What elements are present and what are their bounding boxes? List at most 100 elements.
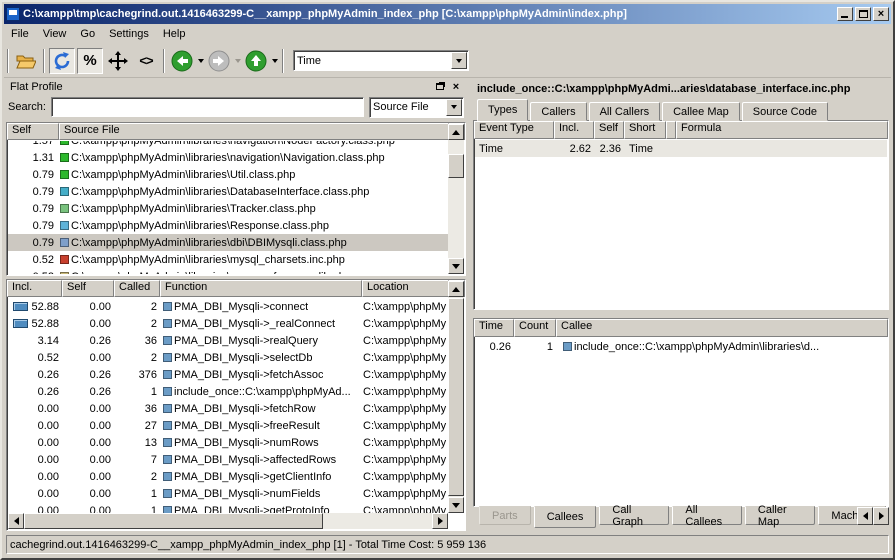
menu-item-go[interactable]: Go xyxy=(73,26,102,42)
scroll-down-button[interactable] xyxy=(448,497,464,513)
file-row[interactable]: 1.57C:\xampp\phpMyAdmin\libraries\naviga… xyxy=(8,141,448,149)
chevron-down-icon xyxy=(451,105,457,109)
function-name: include_once::C:\xampp\phpMyAd... xyxy=(174,386,351,398)
scroll-down-button[interactable] xyxy=(448,258,464,274)
column-header-self[interactable]: Self xyxy=(7,123,59,140)
up-dropdown-button[interactable] xyxy=(270,50,279,72)
file-row[interactable]: 0.79C:\xampp\phpMyAdmin\libraries\Tracke… xyxy=(8,200,448,217)
function-row[interactable]: 0.260.261include_once::C:\xampp\phpMyAd.… xyxy=(8,383,448,400)
combobox-dropdown-button[interactable] xyxy=(451,52,467,69)
function-row[interactable]: 52.880.002PMA_DBI_Mysqli->_realConnectC:… xyxy=(8,315,448,332)
open-file-button[interactable] xyxy=(13,48,39,74)
scrollbar-thumb[interactable] xyxy=(448,154,464,178)
function-row[interactable]: 0.260.26376PMA_DBI_Mysqli->fetchAssocC:\… xyxy=(8,366,448,383)
file-path: C:\xampp\phpMyAdmin\libraries\Tracker.cl… xyxy=(71,203,316,215)
back-button[interactable] xyxy=(169,48,195,74)
scrollbar-thumb[interactable] xyxy=(448,298,464,496)
scroll-left-button[interactable] xyxy=(8,513,24,529)
close-button[interactable]: × xyxy=(873,7,889,21)
tab-callee-map[interactable]: Callee Map xyxy=(662,102,740,121)
detail-splitter[interactable] xyxy=(473,310,889,318)
file-row[interactable]: 0.79C:\xampp\phpMyAdmin\libraries\Databa… xyxy=(8,183,448,200)
callee-row[interactable]: 0.261include_once::C:\xampp\phpMyAdmin\l… xyxy=(475,338,887,355)
function-row[interactable]: 0.000.0036PMA_DBI_Mysqli->fetchRowC:\xam… xyxy=(8,400,448,417)
called-value: 2 xyxy=(115,352,161,364)
menu-item-help[interactable]: Help xyxy=(156,26,193,42)
tab-caller-map[interactable]: Caller Map xyxy=(745,506,816,525)
column-header-incl[interactable]: Incl. xyxy=(7,280,62,297)
dock-close-button[interactable]: × xyxy=(450,81,462,93)
dock-title-bar[interactable]: Flat Profile × xyxy=(6,78,466,96)
scroll-up-button[interactable] xyxy=(448,124,464,140)
scroll-up-button[interactable] xyxy=(448,281,464,297)
tab-types[interactable]: Types xyxy=(477,99,528,121)
files-vertical-scrollbar[interactable] xyxy=(448,124,464,274)
function-row[interactable]: 0.000.0013PMA_DBI_Mysqli->numRowsC:\xamp… xyxy=(8,434,448,451)
file-color-square xyxy=(60,153,69,162)
maximize-button[interactable] xyxy=(855,7,871,21)
minimize-button[interactable] xyxy=(837,7,853,21)
file-path: C:\xampp\phpMyAdmin\libraries\navigation… xyxy=(71,141,395,147)
column-header-event-type[interactable]: Event Type xyxy=(474,121,554,139)
column-header-count[interactable]: Count xyxy=(514,319,556,337)
tabs-scroll-right-button[interactable] xyxy=(873,507,889,525)
column-header-function[interactable]: Function xyxy=(160,280,362,297)
file-row[interactable]: 1.31C:\xampp\phpMyAdmin\libraries\naviga… xyxy=(8,149,448,166)
column-header-incl[interactable]: Incl. xyxy=(554,121,594,139)
function-row[interactable]: 52.880.002PMA_DBI_Mysqli->connectC:\xamp… xyxy=(8,298,448,315)
menu-item-settings[interactable]: Settings xyxy=(102,26,156,42)
function-row[interactable]: 0.520.002PMA_DBI_Mysqli->selectDbC:\xamp… xyxy=(8,349,448,366)
menu-item-file[interactable]: File xyxy=(4,26,36,42)
scroll-right-button[interactable] xyxy=(432,513,448,529)
incl-value: 0.00 xyxy=(38,505,59,514)
dock-float-button[interactable] xyxy=(434,81,446,93)
event-type-row[interactable]: Time2.622.36Time xyxy=(475,140,887,157)
up-button[interactable] xyxy=(243,48,269,74)
column-header-location[interactable]: Location xyxy=(362,280,449,297)
incl-cell: 52.88 xyxy=(8,318,63,330)
tab-all-callers[interactable]: All Callers xyxy=(589,102,661,121)
column-header-self[interactable]: Self xyxy=(594,121,624,139)
column-header-callee[interactable]: Callee xyxy=(556,319,888,337)
dock-layout-button[interactable] xyxy=(105,48,131,74)
column-header-short[interactable]: Short xyxy=(624,121,666,139)
function-name: PMA_DBI_Mysqli->connect xyxy=(174,301,308,313)
column-header-source-file[interactable]: Source File xyxy=(59,123,449,140)
called-value: 13 xyxy=(115,437,161,449)
forward-button[interactable] xyxy=(206,48,232,74)
tab-callees[interactable]: Callees xyxy=(534,506,597,528)
expand-collapse-button[interactable]: <> xyxy=(133,48,159,74)
function-row[interactable]: 0.000.007PMA_DBI_Mysqli->affectedRowsC:\… xyxy=(8,451,448,468)
column-header-called[interactable]: Called xyxy=(114,280,160,297)
functions-horizontal-scrollbar[interactable] xyxy=(8,513,448,529)
group-by-combobox[interactable]: Source File xyxy=(369,97,464,118)
search-input[interactable] xyxy=(51,97,364,117)
tab-callers[interactable]: Callers xyxy=(530,102,586,121)
relative-percent-button[interactable]: % xyxy=(77,48,103,74)
column-header-formula[interactable]: Formula xyxy=(676,121,888,139)
menu-item-view[interactable]: View xyxy=(36,26,74,42)
file-row[interactable]: 0.79C:\xampp\phpMyAdmin\libraries\Util.c… xyxy=(8,166,448,183)
event-type-combobox[interactable]: Time xyxy=(293,50,469,71)
combobox-dropdown-button[interactable] xyxy=(446,99,462,116)
tab-all-callees[interactable]: All Callees xyxy=(672,506,742,525)
cycle-detection-button[interactable] xyxy=(49,48,75,74)
tabs-scroll-left-button[interactable] xyxy=(857,507,873,525)
functions-vertical-scrollbar[interactable] xyxy=(448,281,464,513)
forward-dropdown-button[interactable] xyxy=(233,50,242,72)
function-row[interactable]: 0.000.001PMA_DBI_Mysqli->numFieldsC:\xam… xyxy=(8,485,448,502)
file-row[interactable]: 0.52C:\xampp\phpMyAdmin\libraries\mysql_… xyxy=(8,251,448,268)
function-row[interactable]: 0.000.0027PMA_DBI_Mysqli->freeResultC:\x… xyxy=(8,417,448,434)
column-header-self[interactable]: Self xyxy=(62,280,114,297)
file-row[interactable]: 0.52C:\xampp\phpMyAdmin\libraries\user_p… xyxy=(8,268,448,274)
scrollbar-thumb[interactable] xyxy=(24,513,323,529)
file-row[interactable]: 0.79C:\xampp\phpMyAdmin\libraries\dbi\DB… xyxy=(8,234,448,251)
function-row[interactable]: 3.140.2636PMA_DBI_Mysqli->realQueryC:\xa… xyxy=(8,332,448,349)
tab-source-code[interactable]: Source Code xyxy=(742,102,828,121)
tab-call-graph[interactable]: Call Graph xyxy=(599,506,669,525)
function-row[interactable]: 0.000.001PMA_DBI_Mysqli->getProtoInfoC:\… xyxy=(8,502,448,513)
file-row[interactable]: 0.79C:\xampp\phpMyAdmin\libraries\Respon… xyxy=(8,217,448,234)
column-header-time[interactable]: Time xyxy=(474,319,514,337)
function-row[interactable]: 0.000.002PMA_DBI_Mysqli->getClientInfoC:… xyxy=(8,468,448,485)
back-dropdown-button[interactable] xyxy=(196,50,205,72)
